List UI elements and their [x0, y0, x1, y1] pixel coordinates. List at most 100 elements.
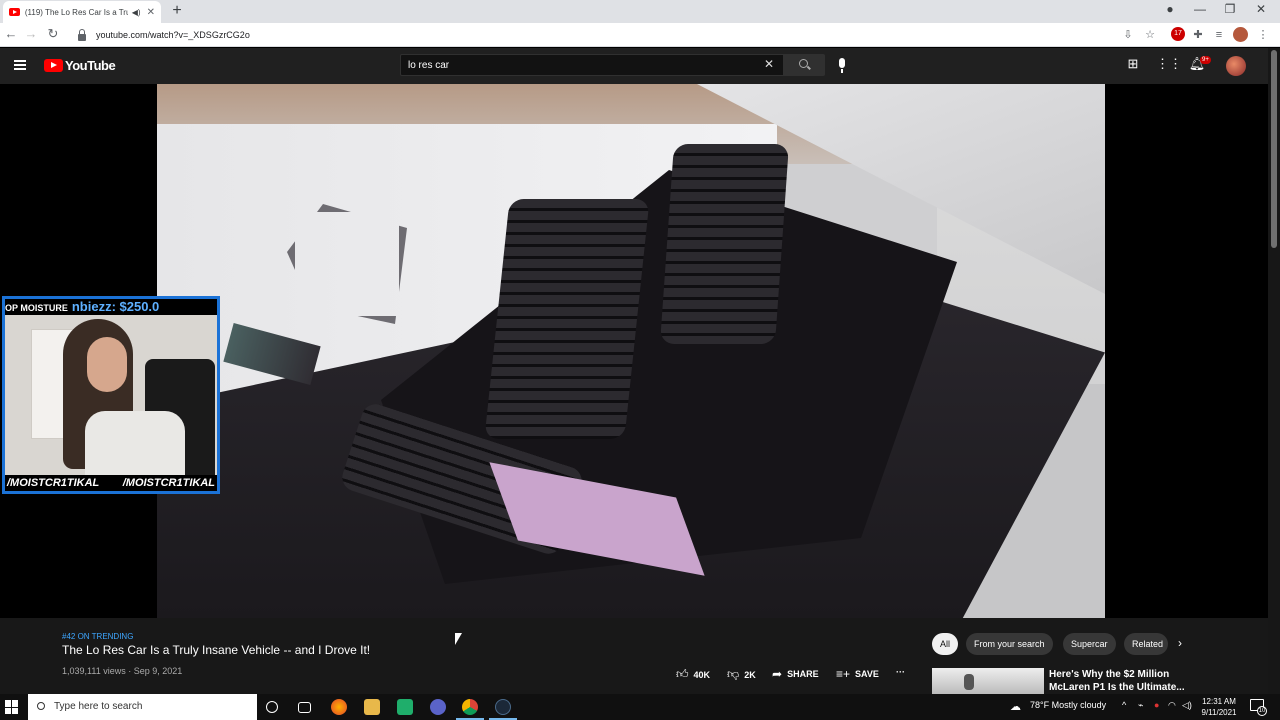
donation-banner-text: nbiezz: $250.0 — [71, 299, 160, 314]
page-scrollbar[interactable] — [1268, 48, 1280, 694]
thumbs-down-icon: 👎︎ — [727, 667, 740, 681]
create-video-icon[interactable]: ⊞ — [1124, 56, 1142, 72]
like-count: 40K — [693, 669, 711, 680]
reload-icon[interactable]: ↻ — [44, 26, 62, 42]
trending-link[interactable]: #42 ON TRENDING — [62, 632, 133, 641]
taskbar-clock[interactable]: 12:31 AM 9/11/2021 — [1197, 696, 1241, 718]
tab-title: (119) The Lo Res Car Is a Tru — [24, 7, 128, 17]
action-center-badge: 10 — [1257, 706, 1267, 716]
save-button[interactable]: ≡+ SAVE — [836, 667, 879, 681]
video-scene-rear-seat — [660, 144, 789, 344]
close-window-button[interactable]: ✕ — [1251, 2, 1271, 16]
forward-arrow-icon[interactable]: → — [22, 26, 40, 41]
chrome-icon[interactable] — [462, 699, 478, 715]
youtube-logo[interactable]: YouTube — [44, 58, 116, 73]
hamburger-menu-icon[interactable] — [14, 60, 26, 70]
chevron-right-icon[interactable]: › — [1178, 636, 1182, 650]
chip-related[interactable]: Related — [1124, 633, 1168, 655]
chip-all[interactable]: All — [932, 633, 959, 655]
tray-volume-icon[interactable]: ◁) — [1182, 700, 1192, 711]
screen: (119) The Lo Res Car Is a Tru ◀) ✕ + ● —… — [0, 0, 1280, 720]
address-bar[interactable]: youtube.com/watch?v=_XDSGzrCG2o — [70, 25, 1110, 45]
bookmark-star-icon[interactable]: ☆ — [1142, 27, 1158, 43]
video-views-date: 1,039,111 views · Sep 9, 2021 — [62, 666, 183, 676]
video-player[interactable] — [157, 84, 1105, 618]
windows-start-icon[interactable] — [5, 700, 19, 714]
firefox-icon[interactable] — [331, 699, 347, 715]
windows-taskbar: Type here to search ☁ 78°F Mostly cloudy… — [0, 694, 1280, 720]
tray-network-icon[interactable]: ⌁ — [1138, 700, 1143, 711]
tab-close-icon[interactable]: ✕ — [147, 7, 155, 18]
clock-time: 12:31 AM — [1202, 697, 1236, 706]
more-actions-icon: ··· — [896, 667, 905, 677]
clear-search-icon[interactable]: ✕ — [764, 57, 774, 71]
apps-grid-icon[interactable]: ⋮⋮ — [1156, 56, 1182, 72]
task-view-icon[interactable] — [298, 702, 311, 713]
donation-banner-tag: OP MOISTURE — [5, 303, 68, 313]
playlist-add-icon: ≡+ — [836, 667, 851, 681]
chip-from-your-search[interactable]: From your search — [966, 633, 1053, 655]
dislike-count: 2K — [744, 669, 756, 680]
minimize-button[interactable]: — — [1190, 2, 1210, 16]
youtube-header: YouTube lo res car ✕ ⊞ ⋮⋮ 🔔︎ 9+ — [0, 48, 1268, 84]
url-text: youtube.com/watch?v=_XDSGzrCG2o — [96, 30, 250, 40]
audio-playing-icon[interactable]: ◀) — [132, 8, 141, 17]
youtube-favicon-icon — [9, 8, 20, 16]
extension-badge-icon[interactable]: 17 — [1171, 27, 1185, 41]
webcam-streamer-face — [87, 337, 127, 392]
media-control-icon[interactable]: ● — [1160, 2, 1180, 16]
thumbs-up-icon: 👍︎ — [676, 667, 689, 681]
discord-icon[interactable] — [430, 699, 446, 715]
profile-avatar-icon[interactable] — [1233, 27, 1248, 42]
notification-count-badge: 9+ — [1200, 56, 1211, 64]
reading-list-icon[interactable]: ≡ — [1211, 27, 1227, 43]
search-icon — [799, 59, 808, 68]
share-button[interactable]: ➦ SHARE — [772, 667, 819, 681]
account-avatar[interactable] — [1226, 56, 1246, 76]
search-input[interactable]: lo res car — [400, 54, 784, 76]
donation-banner: OP MOISTURE nbiezz: $250.0 — [5, 299, 217, 315]
webcam-overlay: OP MOISTURE nbiezz: $250.0 /MOISTCR1TIKAL… — [2, 296, 220, 494]
browser-toolbar: ← → ↻ youtube.com/watch?v=_XDSGzrCG2o ⇩ … — [0, 23, 1280, 47]
lock-icon — [78, 28, 86, 41]
recommended-video-title[interactable]: Here's Why the $2 Million McLaren P1 Is … — [1049, 668, 1189, 694]
file-explorer-icon[interactable] — [364, 699, 380, 715]
video-scene-driver-seat — [484, 199, 650, 439]
taskbar-search-icon — [37, 702, 45, 710]
share-arrow-icon: ➦ — [772, 667, 783, 681]
taskbar-search-placeholder: Type here to search — [54, 701, 143, 712]
browser-menu-icon[interactable]: ⋮ — [1255, 27, 1271, 43]
browser-tab-youtube[interactable]: (119) The Lo Res Car Is a Tru ◀) ✕ — [3, 1, 161, 23]
recommended-video-thumbnail[interactable] — [932, 668, 1044, 694]
youtube-wordmark: YouTube — [65, 58, 116, 73]
twitter-handle: /MOISTCR1TIKAL — [7, 477, 100, 489]
weather-cloud-icon[interactable]: ☁ — [1010, 700, 1021, 713]
save-label: SAVE — [855, 669, 879, 679]
green-app-icon[interactable] — [397, 699, 413, 715]
new-tab-button[interactable]: + — [168, 2, 186, 20]
tray-app-icon[interactable]: ● — [1154, 700, 1159, 710]
back-arrow-icon[interactable]: ← — [2, 26, 20, 41]
extensions-puzzle-icon[interactable]: ✚ — [1190, 27, 1206, 43]
tray-wifi-icon[interactable]: ◠ — [1168, 700, 1176, 711]
maximize-button[interactable]: ❐ — [1220, 2, 1240, 16]
video-title: The Lo Res Car Is a Truly Insane Vehicle… — [62, 643, 371, 657]
weather-text[interactable]: 78°F Mostly cloudy — [1030, 700, 1106, 710]
browser-tab-strip: (119) The Lo Res Car Is a Tru ◀) ✕ + ● —… — [0, 0, 1280, 23]
tray-chevron-up-icon[interactable]: ^ — [1122, 700, 1126, 710]
like-button[interactable]: 👍︎ 40K — [676, 667, 710, 682]
clock-date: 9/11/2021 — [1201, 708, 1237, 717]
youtube-play-icon — [44, 59, 63, 72]
steam-icon[interactable] — [495, 699, 511, 715]
search-button[interactable] — [784, 54, 825, 76]
taskbar-search-box[interactable]: Type here to search — [28, 694, 257, 720]
dislike-button[interactable]: 👎︎ 2K — [727, 667, 756, 682]
microphone-icon[interactable] — [839, 58, 845, 73]
chip-supercar[interactable]: Supercar — [1063, 633, 1116, 655]
install-app-icon[interactable]: ⇩ — [1120, 27, 1136, 43]
cortana-icon[interactable] — [266, 701, 278, 713]
scrollbar-thumb[interactable] — [1271, 50, 1277, 248]
social-handles-bar: /MOISTCR1TIKAL /MOISTCR1TIKAL — [5, 475, 217, 491]
twitch-handle: /MOISTCR1TIKAL — [122, 477, 215, 489]
more-actions-button[interactable]: ··· — [896, 667, 905, 677]
